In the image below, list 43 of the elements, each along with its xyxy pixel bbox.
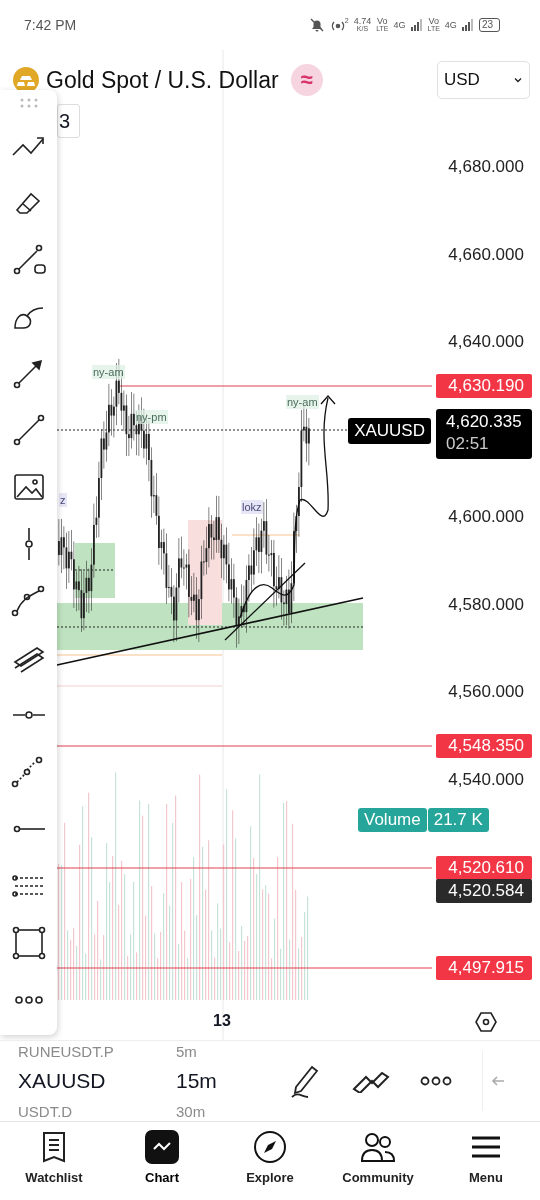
interval-option[interactable]: 15m xyxy=(176,1069,217,1093)
price-level-label: 4,520.610 xyxy=(436,856,532,880)
session-label: ny-am xyxy=(286,395,319,409)
nav-tab[interactable]: Explore xyxy=(220,1130,320,1185)
last-price: 4,620.335 xyxy=(446,411,523,433)
interval-option[interactable]: 30m xyxy=(176,1102,206,1120)
interval-option[interactable]: 5m xyxy=(176,1042,197,1060)
more-icon[interactable] xyxy=(420,1075,452,1087)
chart-icon xyxy=(145,1130,179,1164)
volume-label: Volume xyxy=(358,808,427,832)
currency-select[interactable]: USD xyxy=(437,61,530,99)
session-label: ny-am xyxy=(92,365,125,379)
nav-tab[interactable]: Watchlist xyxy=(4,1130,104,1185)
symbol-label: XAUUSD xyxy=(348,418,431,444)
symbol-title: Gold Spot / U.S. Dollar xyxy=(46,66,279,94)
bar-countdown: 02:51 xyxy=(446,433,490,455)
people-icon xyxy=(360,1130,396,1164)
battery-indicator: 23 xyxy=(478,18,500,32)
compass-icon xyxy=(253,1130,287,1164)
chevron-down-icon xyxy=(513,75,523,85)
nav-tab[interactable]: Menu xyxy=(436,1130,536,1185)
volume-value: 21.7 K xyxy=(427,808,489,832)
nav-tab[interactable]: Community xyxy=(328,1130,428,1185)
session-label: z xyxy=(59,493,67,507)
signal-icon xyxy=(461,19,474,31)
drag-handle-icon[interactable] xyxy=(18,98,39,108)
signal-icon xyxy=(410,19,423,31)
nav-tab[interactable]: Chart xyxy=(112,1130,212,1185)
mute-icon xyxy=(308,17,325,33)
session-label: ny-pm xyxy=(135,410,168,424)
indicators-icon[interactable] xyxy=(352,1069,390,1093)
price-level-label: 4,497.915 xyxy=(436,956,532,980)
price-level-label: 4,630.190 xyxy=(436,374,532,398)
crosshair-price-label: 4,520.584 xyxy=(436,879,532,903)
time-axis-label: 13 xyxy=(213,1011,231,1031)
settings-icon[interactable] xyxy=(474,1010,498,1034)
symbol-option[interactable]: XAUUSD xyxy=(18,1069,176,1093)
tab-peek[interactable]: 3 xyxy=(57,104,80,138)
price-level-label: 4,548.350 xyxy=(436,734,532,758)
network-type: 4G xyxy=(393,20,406,30)
status-time: 7:42 PM xyxy=(24,17,77,33)
session-label: lokz xyxy=(241,500,263,514)
network-type: 4G xyxy=(444,20,457,30)
